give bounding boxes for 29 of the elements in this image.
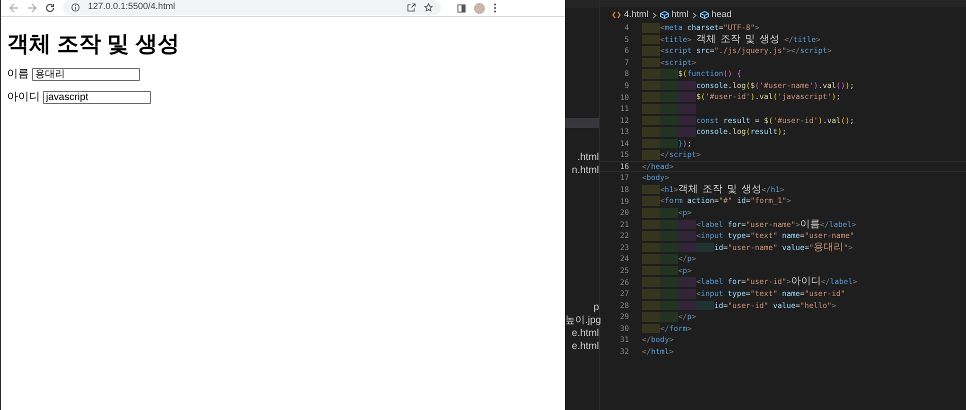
- explorer-file-name[interactable]: n.html: [565, 164, 599, 177]
- explorer-file-name[interactable]: e.html: [565, 340, 599, 353]
- chevron-icon: [652, 12, 657, 18]
- code-file-icon: [612, 11, 621, 19]
- cube-icon: [660, 11, 669, 19]
- indent-guide: [678, 104, 696, 114]
- explorer-file-name[interactable]: .html: [565, 151, 599, 164]
- breadcrumb-item[interactable]: html: [672, 8, 689, 22]
- reload-icon[interactable]: [45, 3, 55, 13]
- field-label: 이름: [7, 66, 29, 82]
- info-icon[interactable]: [71, 2, 80, 12]
- indent-guide: [660, 104, 678, 114]
- chevron-icon: [692, 12, 697, 18]
- explorer-file-name[interactable]: p: [565, 301, 599, 314]
- text-input[interactable]: javascript: [43, 90, 151, 104]
- field-label: 아이디: [7, 90, 40, 105]
- menu-icon[interactable]: [493, 3, 497, 13]
- explorer-file-name[interactable]: e.html: [565, 327, 599, 340]
- text-input[interactable]: 용대리: [32, 68, 140, 80]
- star-icon[interactable]: [424, 2, 433, 12]
- explorer-file-name[interactable]: 높이.jpg: [565, 314, 599, 327]
- sidebar-icon[interactable]: [457, 4, 466, 12]
- address-bar[interactable]: 127.0.0.1:5500/4.html: [63, 0, 441, 14]
- breadcrumb-item[interactable]: head: [712, 8, 732, 22]
- breadcrumb-item[interactable]: 4.html: [624, 8, 649, 22]
- url-text: 127.0.0.1:5500/4.html: [88, 0, 176, 14]
- page-heading: 객체 조작 및 생성: [7, 30, 180, 58]
- share-icon[interactable]: [407, 2, 416, 12]
- cube-icon: [700, 11, 709, 19]
